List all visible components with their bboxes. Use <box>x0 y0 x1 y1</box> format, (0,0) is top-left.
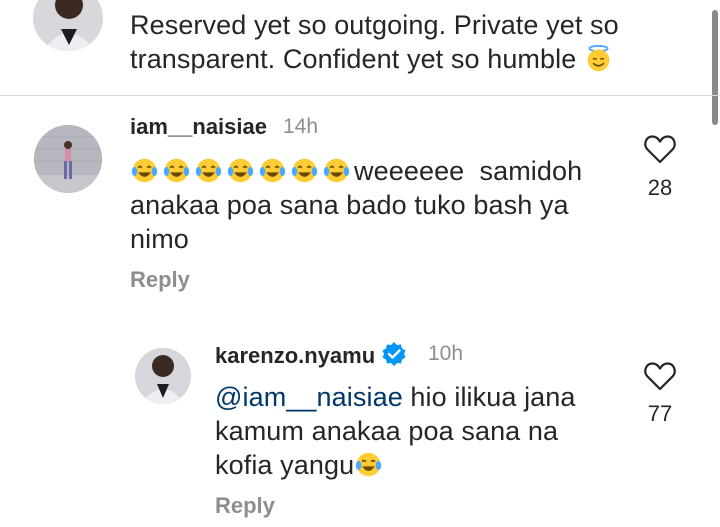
like-button[interactable] <box>640 360 680 397</box>
heart-outline-icon <box>644 135 676 164</box>
divider <box>0 95 720 96</box>
comment-text-line: anakaa poa sana bado tuko bash ya <box>130 190 569 220</box>
smiling-face-with-halo-icon <box>587 44 610 72</box>
username-text: karenzo.nyamu <box>215 343 376 368</box>
verified-badge-icon <box>382 342 406 366</box>
comment-text: kofia yangu <box>215 448 386 482</box>
avatar[interactable] <box>33 0 103 51</box>
scrollbar[interactable] <box>712 10 718 125</box>
reply-button[interactable]: Reply <box>215 493 275 519</box>
comment-text: @iam__naisiae hio ilikua jana <box>215 380 576 414</box>
username[interactable]: iam__naisiae <box>130 114 267 140</box>
avatar[interactable] <box>135 348 191 404</box>
comment-text-line: kofia yangu <box>215 450 355 480</box>
comment-text-line: transparent. Confident yet so humble <box>130 44 577 74</box>
timestamp: 10h <box>428 342 464 365</box>
comment-text-line: kamum anakaa poa sana na <box>215 416 559 446</box>
tears-of-joy-icon <box>356 452 382 477</box>
timestamp: 14h <box>283 115 319 138</box>
reply-button[interactable]: Reply <box>130 267 190 293</box>
tears-of-joy-icon <box>227 158 254 183</box>
comment-text-line: Reserved yet so outgoing. Private yet so <box>130 10 619 40</box>
comment-text: Reserved yet so outgoing. Private yet so <box>130 8 619 42</box>
tears-of-joy-icon <box>195 158 222 183</box>
username[interactable]: karenzo.nyamu <box>215 341 407 369</box>
comment-text-line: weeeeee samidoh <box>354 156 583 186</box>
avatar[interactable] <box>34 125 102 193</box>
tears-of-joy-icon <box>163 158 190 183</box>
like-count: 28 <box>647 175 673 200</box>
comment-text-line: nimo <box>130 224 189 254</box>
tears-of-joy-icon <box>259 158 286 183</box>
like-button[interactable] <box>640 133 680 170</box>
tears-of-joy-icon <box>323 158 350 183</box>
heart-outline-icon <box>644 362 676 391</box>
like-count: 77 <box>647 401 673 426</box>
comment-text: transparent. Confident yet so humble <box>130 42 616 76</box>
comment-text: weeeeee samidoh <box>130 154 582 188</box>
tears-of-joy-icon <box>131 158 158 183</box>
tears-of-joy-icon <box>291 158 318 183</box>
comment-text-line: hio ilikua jana <box>402 382 576 412</box>
mention-link[interactable]: @iam__naisiae <box>215 382 403 412</box>
